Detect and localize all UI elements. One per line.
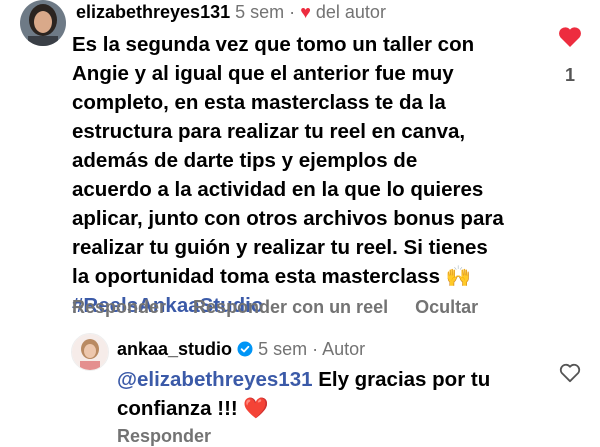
comment-text-segment: la oportunidad toma esta masterclass <box>72 265 440 288</box>
reply-button[interactable]: Responder <box>72 297 166 317</box>
mention-link[interactable]: @elizabethreyes131 <box>117 368 313 391</box>
comment-text-segment: completo, en esta masterclass te da la <box>72 91 446 114</box>
reply-username[interactable]: ankaa_studio <box>117 339 232 359</box>
reply-time: 5 sem <box>258 339 308 359</box>
comment-username[interactable]: elizabethreyes131 <box>76 2 230 22</box>
comment-actions: Responder Responder con un reel Ocultar <box>72 297 500 318</box>
comment-header: elizabethreyes131 5 sem · ♥ del autor <box>76 1 386 23</box>
comment-text-segment: acuerdo a la actividad en la que lo quie… <box>72 178 484 201</box>
avatar-image <box>20 0 66 46</box>
comment-text-segment: aplicar, junto con otros archivos bonus … <box>72 207 504 230</box>
comment-like[interactable]: 1 <box>556 26 584 86</box>
comment-text-line: Es la segunda vez que tomo un taller con <box>72 30 542 59</box>
avatar[interactable] <box>20 0 66 46</box>
reply-button[interactable]: Responder <box>117 426 211 446</box>
reply-actions: Responder <box>117 426 233 447</box>
comment-text-line: estructura para realizar tu reel en canv… <box>72 117 542 146</box>
reply-header: ankaa_studio 5 sem · Autor <box>117 338 365 360</box>
reply-text-line-1: Ely gracias por tu <box>312 368 491 391</box>
author-label: Autor <box>322 339 366 359</box>
comment-text-line: completo, en esta masterclass te da la <box>72 88 542 117</box>
comment-text-line: realizar tu guión y realizar tu reel. Si… <box>72 233 542 262</box>
reply-text-line-2: confianza !!! <box>117 397 238 420</box>
liked-by-author-label: del autor <box>315 2 386 22</box>
heart-outline-icon[interactable] <box>559 363 581 383</box>
like-count: 1 <box>564 65 575 85</box>
comment-text-line: aplicar, junto con otros archivos bonus … <box>72 204 542 233</box>
separator: · <box>289 2 296 22</box>
comment-text-segment: realizar tu guión y realizar tu reel. Si… <box>72 236 488 259</box>
comment-text-segment: Angie y al igual que el anterior fue muy <box>72 62 454 85</box>
heart-filled-icon[interactable] <box>558 26 582 48</box>
comment-text-line: acuerdo a la actividad en la que lo quie… <box>72 175 542 204</box>
verified-badge-icon <box>237 341 253 357</box>
reply-text: @elizabethreyes131 Ely gracias por tu co… <box>117 365 537 423</box>
comment-text-line: Angie y al igual que el anterior fue muy <box>72 59 542 88</box>
comment-text-line: la oportunidad toma esta masterclass 🙌 <box>72 262 542 291</box>
comment-text-line: además de darte tips y ejemplos de <box>72 146 542 175</box>
hide-button[interactable]: Ocultar <box>415 297 478 317</box>
comment-time: 5 sem <box>235 2 285 22</box>
reply-like[interactable] <box>556 363 584 388</box>
raising-hands-emoji: 🙌 <box>445 265 472 288</box>
comment-text-segment: además de darte tips y ejemplos de <box>72 149 418 172</box>
heart-emoji: ❤️ <box>243 397 269 420</box>
separator: · <box>312 339 319 359</box>
comment-text-segment: Es la segunda vez que tomo un taller con <box>72 33 475 56</box>
comment-text-segment: estructura para realizar tu reel en canv… <box>72 120 466 143</box>
reply-avatar[interactable] <box>71 333 109 371</box>
avatar-image <box>72 334 108 370</box>
heart-icon: ♥ <box>300 2 311 22</box>
comment-text: Es la segunda vez que tomo un taller con… <box>72 30 542 320</box>
reply-with-reel-button[interactable]: Responder con un reel <box>193 297 388 317</box>
